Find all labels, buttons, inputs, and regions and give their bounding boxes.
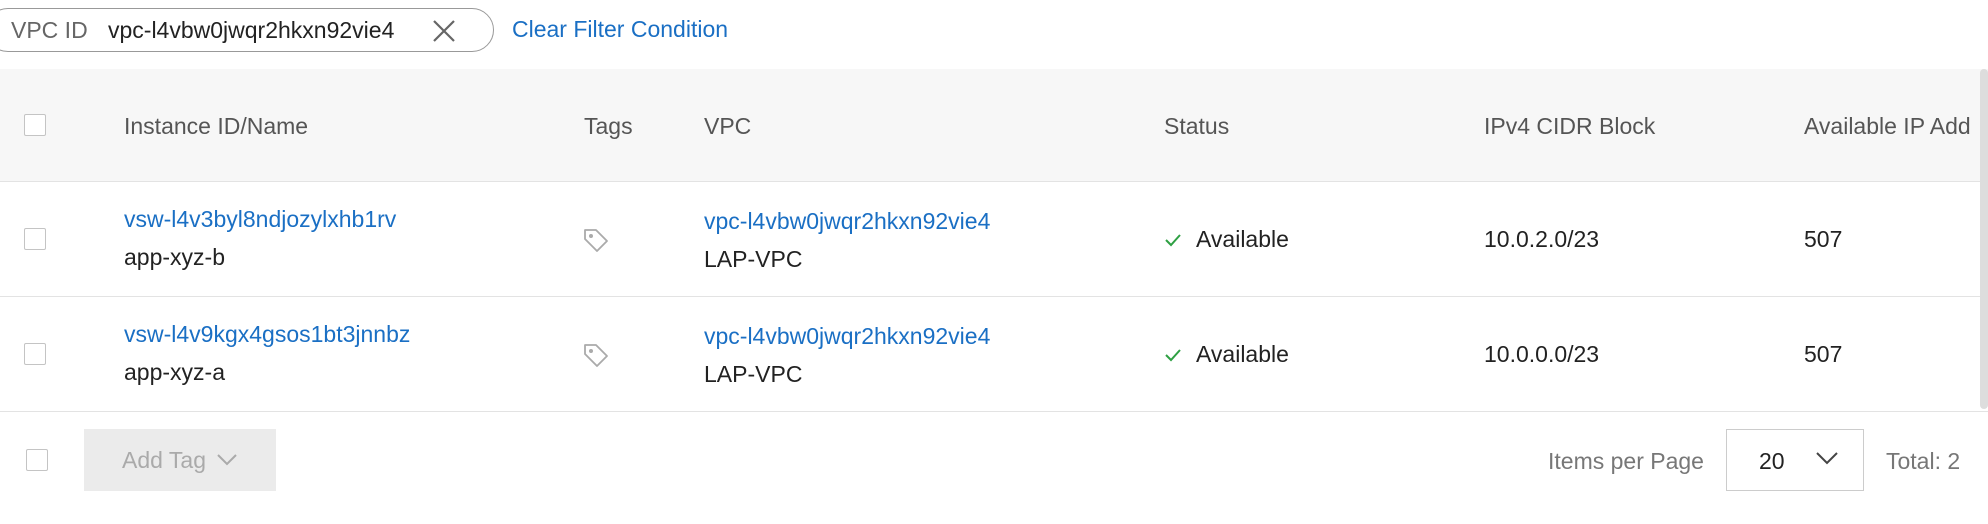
- column-header-cidr: IPv4 CIDR Block: [1484, 113, 1656, 139]
- status-badge: Available: [1164, 226, 1289, 253]
- available-ip: 507: [1804, 341, 1843, 367]
- tag-icon[interactable]: [582, 341, 610, 369]
- available-ip: 507: [1804, 226, 1843, 252]
- table-row: vsw-l4v3byl8ndjozylxhb1rv app-xyz-b vpc-…: [0, 182, 1988, 297]
- cidr-block: 10.0.2.0/23: [1484, 226, 1600, 252]
- vertical-scrollbar[interactable]: [1980, 69, 1988, 409]
- table-row: vsw-l4v9kgx4gsos1bt3jnnbz app-xyz-a vpc-…: [0, 297, 1988, 412]
- clear-filter-link[interactable]: Clear Filter Condition: [512, 16, 728, 43]
- select-all-checkbox[interactable]: [24, 114, 46, 136]
- status-text: Available: [1196, 226, 1289, 252]
- column-header-instance: Instance ID/Name: [124, 113, 309, 139]
- vswitch-table: Instance ID/Name Tags VPC Status IPv4 CI…: [0, 69, 1988, 412]
- items-per-page-value: 20: [1759, 448, 1785, 474]
- row-checkbox[interactable]: [24, 228, 46, 250]
- status-text: Available: [1196, 341, 1289, 367]
- footer-select-all-checkbox[interactable]: [26, 449, 48, 471]
- vpc-name: LAP-VPC: [704, 246, 803, 272]
- instance-name: app-xyz-b: [124, 244, 225, 270]
- add-tag-button[interactable]: Add Tag: [84, 429, 276, 491]
- close-icon[interactable]: [429, 16, 459, 46]
- column-header-tags: Tags: [584, 113, 633, 139]
- filter-value: vpc-l4vbw0jwqr2hkxn92vie4: [108, 16, 395, 43]
- filter-bar: VPC ID vpc-l4vbw0jwqr2hkxn92vie4 Clear F…: [0, 0, 1988, 62]
- instance-id-link[interactable]: vsw-l4v9kgx4gsos1bt3jnnbz: [124, 321, 410, 348]
- column-header-status: Status: [1164, 113, 1230, 139]
- filter-key: VPC ID: [11, 16, 88, 43]
- items-per-page-select[interactable]: 20: [1726, 429, 1864, 491]
- vpc-name: LAP-VPC: [704, 361, 803, 387]
- cidr-block: 10.0.0.0/23: [1484, 341, 1600, 367]
- table-header: Instance ID/Name Tags VPC Status IPv4 CI…: [0, 69, 1988, 182]
- chevron-down-icon: [1816, 452, 1838, 465]
- items-per-page-label: Items per Page: [1548, 448, 1704, 474]
- status-badge: Available: [1164, 341, 1289, 368]
- vpc-id-link[interactable]: vpc-l4vbw0jwqr2hkxn92vie4: [704, 208, 990, 235]
- column-header-vpc: VPC: [704, 113, 752, 139]
- table-footer: Add Tag Items per Page 20 Total: 2: [0, 412, 1988, 507]
- instance-id-link[interactable]: vsw-l4v3byl8ndjozylxhb1rv: [124, 206, 396, 233]
- chevron-down-icon: [217, 454, 237, 466]
- filter-tag: VPC ID vpc-l4vbw0jwqr2hkxn92vie4: [0, 8, 494, 52]
- tag-icon[interactable]: [582, 226, 610, 254]
- instance-name: app-xyz-a: [124, 359, 225, 385]
- row-checkbox[interactable]: [24, 343, 46, 365]
- check-icon: [1165, 233, 1181, 246]
- column-header-available-ip: Available IP Add: [1804, 113, 1971, 139]
- add-tag-label: Add Tag: [122, 446, 206, 473]
- total-count: Total: 2: [1886, 448, 1961, 474]
- vpc-id-link[interactable]: vpc-l4vbw0jwqr2hkxn92vie4: [704, 323, 990, 350]
- check-icon: [1165, 348, 1181, 361]
